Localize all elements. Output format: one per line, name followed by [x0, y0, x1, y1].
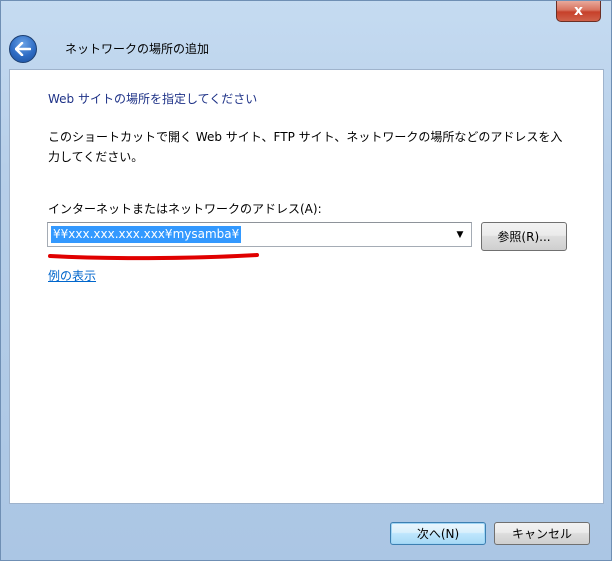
red-underline-annotation	[48, 253, 259, 261]
back-button[interactable]	[9, 35, 37, 63]
dialog-window-frame: x ネットワークの場所の追加 Web サイトの場所を指定してください このショー…	[0, 0, 612, 561]
show-examples-link[interactable]: 例の表示	[48, 267, 96, 284]
next-button[interactable]: 次へ(N)	[390, 522, 486, 545]
close-button[interactable]: x	[556, 1, 601, 22]
close-icon: x	[573, 3, 584, 19]
back-arrow-icon	[15, 42, 31, 56]
address-combobox[interactable]: ¥¥xxx.xxx.xxx.xxx¥mysamba¥ ▼	[47, 222, 472, 247]
browse-button[interactable]: 参照(R)...	[481, 222, 567, 251]
chevron-down-icon[interactable]: ▼	[451, 224, 469, 245]
page-heading: Web サイトの場所を指定してください	[48, 92, 258, 106]
cancel-button[interactable]: キャンセル	[494, 522, 590, 545]
dialog-title: ネットワークの場所の追加	[65, 42, 210, 56]
address-input-value[interactable]: ¥¥xxx.xxx.xxx.xxx¥mysamba¥	[51, 226, 242, 243]
address-label: インターネットまたはネットワークのアドレス(A):	[48, 202, 322, 216]
instruction-text: このショートカットで開く Web サイト、FTP サイト、ネットワークの場所など…	[48, 130, 563, 164]
wizard-content-panel: Web サイトの場所を指定してください このショートカットで開く Web サイト…	[9, 69, 604, 504]
